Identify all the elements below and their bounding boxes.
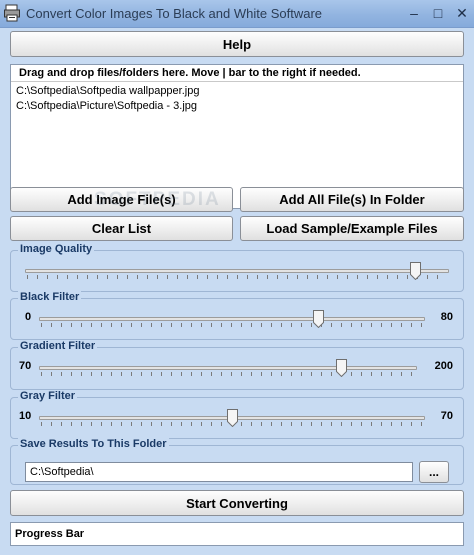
black-filter-group: Black Filter 0 80 bbox=[10, 291, 464, 340]
image-quality-label: Image Quality bbox=[18, 243, 95, 255]
browse-folder-button[interactable]: ... bbox=[419, 461, 449, 483]
slider-thumb[interactable] bbox=[335, 359, 347, 377]
window-client-area: Help Drag and drop files/folders here. M… bbox=[0, 28, 474, 555]
slider-track bbox=[39, 317, 425, 321]
gradient-filter-min: 70 bbox=[19, 360, 32, 372]
progress-label: Progress Bar bbox=[15, 528, 85, 540]
save-results-label: Save Results To This Folder bbox=[18, 438, 169, 450]
add-image-files-button[interactable]: Add Image File(s) bbox=[10, 187, 233, 212]
save-results-group: Save Results To This Folder ... bbox=[10, 438, 464, 485]
gradient-filter-max: 200 bbox=[434, 360, 453, 372]
gray-filter-max: 70 bbox=[440, 410, 453, 422]
slider-track bbox=[25, 269, 449, 273]
slider-thumb[interactable] bbox=[226, 409, 238, 427]
black-filter-label: Black Filter bbox=[18, 291, 82, 303]
gray-filter-group: Gray Filter 10 70 bbox=[10, 390, 464, 439]
title-bar[interactable]: Convert Color Images To Black and White … bbox=[0, 0, 474, 28]
window-title: Convert Color Images To Black and White … bbox=[26, 6, 323, 21]
black-filter-max: 80 bbox=[440, 311, 453, 323]
slider-thumb[interactable] bbox=[313, 310, 325, 328]
start-converting-button[interactable]: Start Converting bbox=[10, 490, 464, 516]
file-list-header: Drag and drop files/folders here. Move |… bbox=[11, 65, 463, 82]
close-button[interactable]: ✕ bbox=[452, 4, 472, 22]
minimize-button[interactable]: – bbox=[404, 4, 424, 22]
maximize-button[interactable]: □ bbox=[428, 4, 448, 22]
gray-filter-min: 10 bbox=[19, 410, 32, 422]
output-folder-input[interactable] bbox=[25, 462, 413, 482]
image-quality-group: Image Quality bbox=[10, 243, 464, 292]
gradient-filter-label: Gradient Filter bbox=[18, 340, 98, 352]
slider-thumb[interactable] bbox=[409, 262, 421, 280]
add-all-files-in-folder-button[interactable]: Add All File(s) In Folder bbox=[240, 187, 464, 212]
list-item[interactable]: C:\Softpedia\Softpedia wallpapper.jpg bbox=[16, 85, 199, 97]
clear-list-button[interactable]: Clear List bbox=[10, 216, 233, 241]
load-sample-files-button[interactable]: Load Sample/Example Files bbox=[240, 216, 464, 241]
gray-filter-label: Gray Filter bbox=[18, 390, 78, 402]
list-item[interactable]: C:\Softpedia\Picture\Softpedia - 3.jpg bbox=[16, 100, 197, 112]
gradient-filter-group: Gradient Filter 70 200 bbox=[10, 340, 464, 390]
progress-bar: Progress Bar bbox=[10, 522, 464, 546]
app-printer-icon bbox=[4, 4, 20, 22]
slider-track bbox=[39, 366, 417, 370]
slider-ticks bbox=[41, 323, 423, 327]
black-filter-min: 0 bbox=[25, 311, 32, 323]
slider-ticks bbox=[41, 372, 415, 376]
help-button[interactable]: Help bbox=[10, 31, 464, 57]
slider-ticks bbox=[27, 275, 447, 279]
